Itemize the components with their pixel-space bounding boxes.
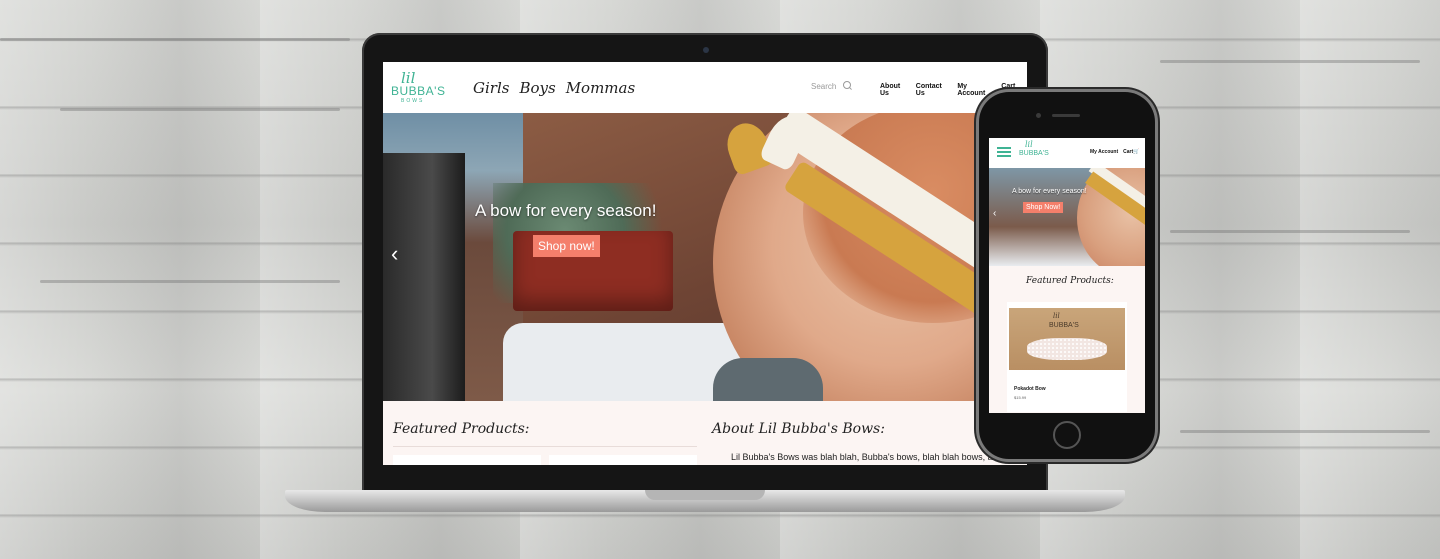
shop-now-button[interactable]: Shop now! <box>533 235 600 257</box>
cart-label: Cart <box>1001 83 1016 90</box>
mobile-product-card[interactable]: lil BUBBA'S Pokadot Bow $15.99 <box>1007 302 1127 412</box>
nav-boys[interactable]: Boys <box>519 79 555 97</box>
cart-icon[interactable]: 🛒 <box>1133 149 1139 155</box>
chevron-left-icon[interactable]: ‹ <box>391 241 398 267</box>
mobile-link-my-account[interactable]: My Account <box>1090 149 1118 155</box>
chevron-left-icon[interactable]: ‹ <box>993 208 996 219</box>
product-image-brand-lil: lil <box>1053 312 1060 320</box>
main-nav: Girls Boys Mommas <box>473 79 635 97</box>
mobile-featured-title: Featured Products: <box>1026 276 1114 286</box>
product-card[interactable] <box>549 455 697 465</box>
site-header: lil BUBBA'S BOWS Girls Boys Mommas Searc… <box>383 62 1027 113</box>
logo-main-text[interactable]: BUBBA'S <box>391 84 445 98</box>
laptop-notch <box>645 490 765 500</box>
hero-lantern <box>383 153 465 401</box>
link-contact-us[interactable]: Contact Us <box>916 83 953 99</box>
content-section: Featured Products: About Lil Bubba's Bow… <box>383 401 1027 465</box>
about-title: About Lil Bubba's Bows: <box>712 421 885 437</box>
mobile-logo-lil-text[interactable]: lil <box>1025 140 1033 149</box>
hero-slider: A bow for every season! Shop now! ‹ <box>383 113 1027 401</box>
product-card[interactable] <box>393 455 541 465</box>
product-bow-image <box>1027 338 1107 360</box>
nav-girls[interactable]: Girls <box>473 79 509 97</box>
phone-home-button <box>1053 421 1081 449</box>
hero-sweater <box>713 358 823 401</box>
product-image[interactable]: lil BUBBA'S <box>1009 308 1125 370</box>
about-text: Lil Bubba's Bows was blah blah, Bubba's … <box>731 452 1003 462</box>
link-my-account[interactable]: My Account <box>957 83 996 99</box>
hero-title: A bow for every season! <box>475 201 657 220</box>
hamburger-menu-icon[interactable] <box>997 147 1011 149</box>
product-image-brand-name: BUBBA'S <box>1049 322 1079 329</box>
mobile-logo-main-text[interactable]: BUBBA'S <box>1019 150 1049 157</box>
featured-products-row <box>393 455 697 465</box>
wood-streak <box>0 38 350 41</box>
product-name[interactable]: Pokadot Bow <box>1014 386 1046 392</box>
mobile-hero-title: A bow for every season! <box>1012 188 1087 195</box>
search-icon[interactable] <box>843 81 851 89</box>
logo-sub-text: BOWS <box>401 98 425 104</box>
mobile-link-cart[interactable]: Cart🛒 <box>1123 149 1139 155</box>
nav-mommas[interactable]: Mommas <box>566 79 635 97</box>
wood-streak <box>1160 60 1420 63</box>
mobile-hero-slider: A bow for every season! Shop Now! ‹ <box>989 168 1145 266</box>
search-input[interactable]: Search <box>811 82 836 91</box>
wood-streak <box>1170 230 1410 233</box>
phone-speaker <box>1052 114 1080 117</box>
mobile-shop-now-button[interactable]: Shop Now! <box>1023 202 1064 213</box>
link-about-us[interactable]: About Us <box>880 83 911 99</box>
wood-streak <box>40 280 340 283</box>
mobile-cart-label: Cart <box>1123 149 1134 155</box>
featured-products-title: Featured Products: <box>393 421 530 437</box>
wood-streak <box>1180 430 1430 433</box>
phone-camera <box>1036 113 1041 118</box>
mobile-top-links: My Account Cart🛒 <box>1090 149 1139 155</box>
product-price: $15.99 <box>1014 395 1027 400</box>
desktop-screen: lil BUBBA'S BOWS Girls Boys Mommas Searc… <box>383 62 1027 465</box>
wood-streak <box>60 108 340 111</box>
mobile-content-section: Featured Products: lil BUBBA'S Pokadot B… <box>989 266 1145 413</box>
mobile-screen: lil BUBBA'S My Account Cart🛒 A bow for e… <box>989 138 1145 413</box>
laptop-camera <box>703 47 709 53</box>
featured-divider <box>393 446 697 447</box>
